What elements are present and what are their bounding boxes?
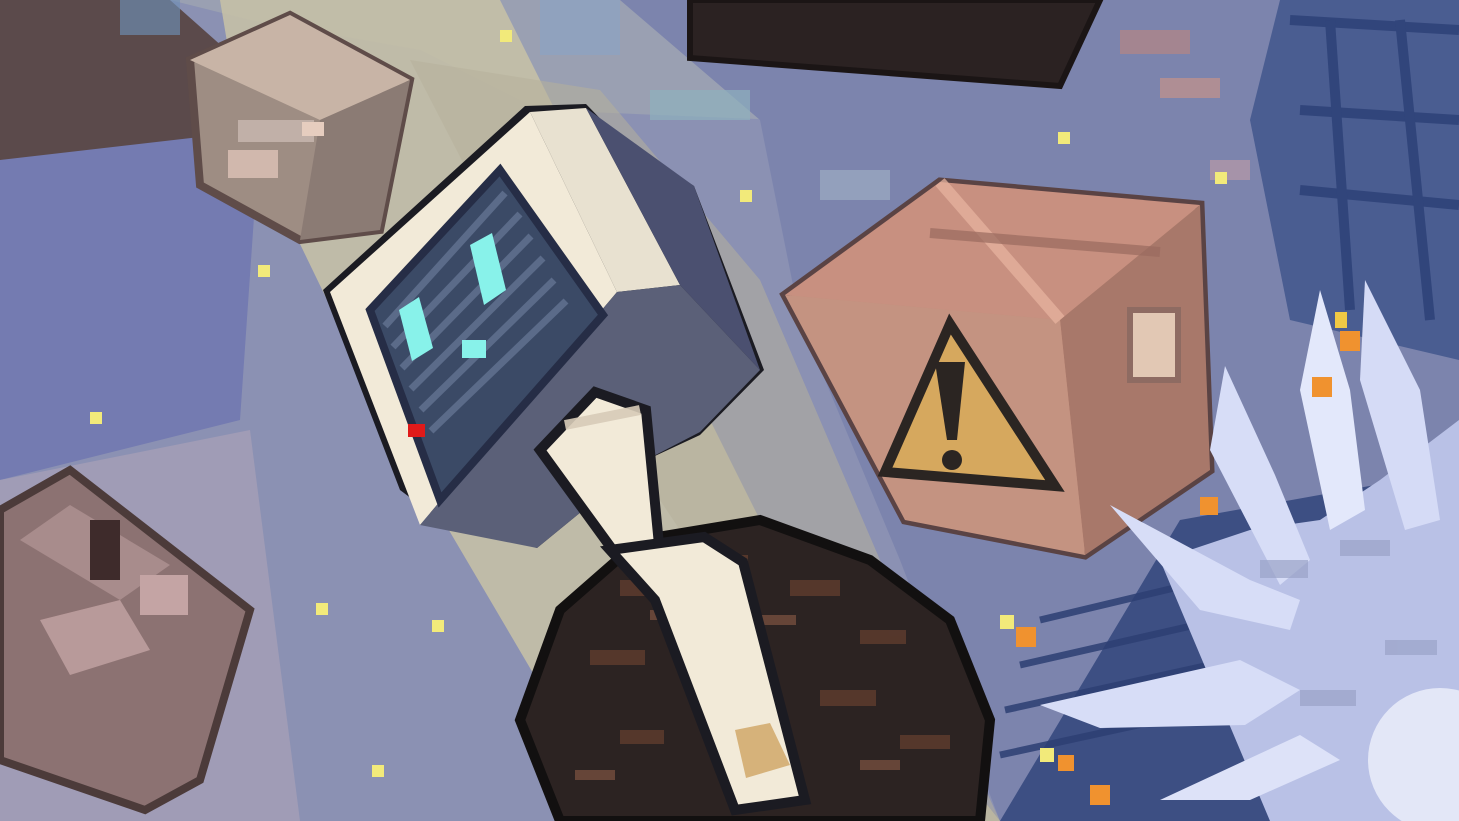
scene-illustration: [0, 0, 1459, 821]
game-scene: [0, 0, 1459, 821]
